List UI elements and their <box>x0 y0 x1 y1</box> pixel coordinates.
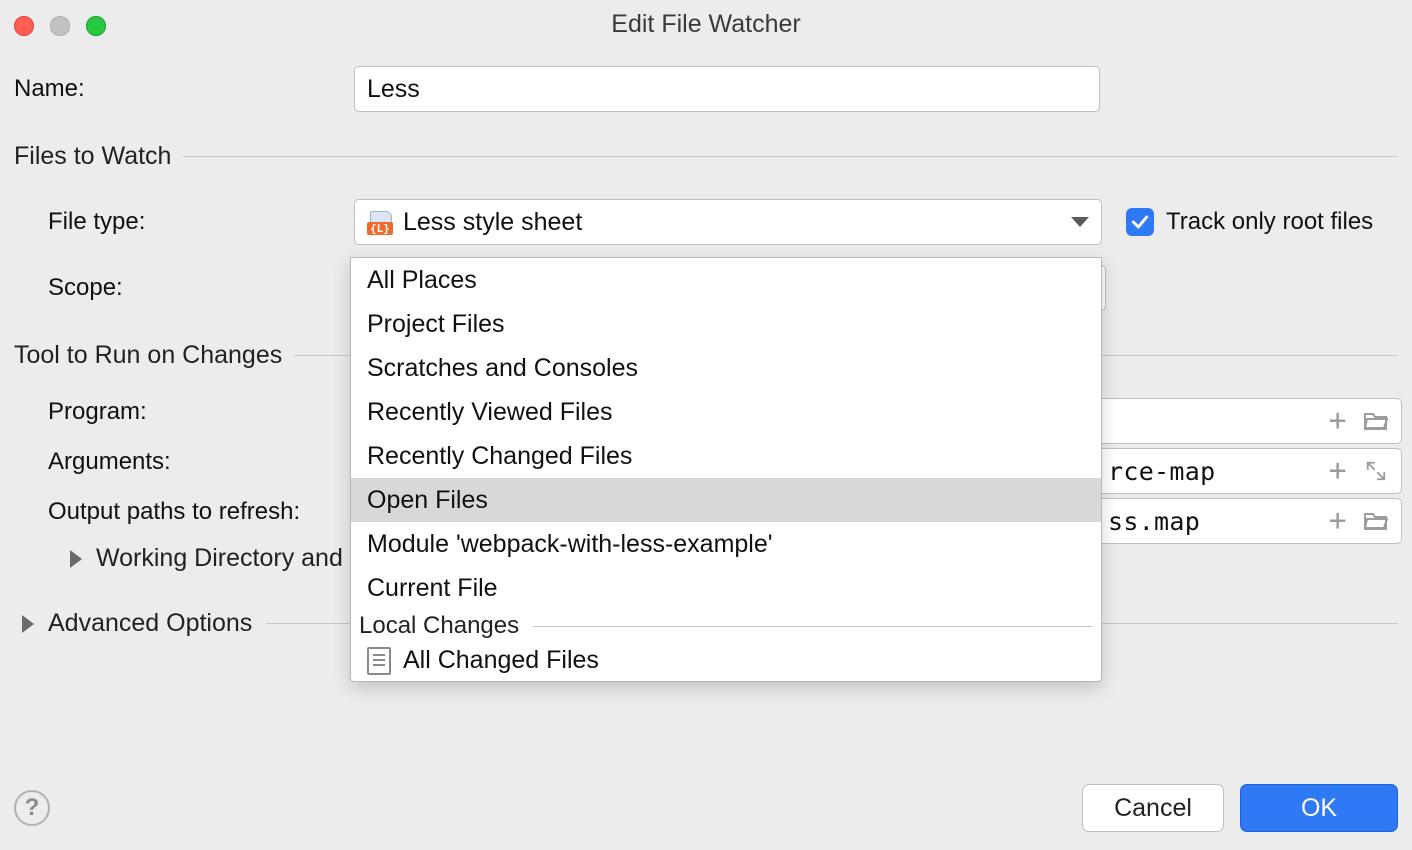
chevron-down-icon <box>1071 217 1089 227</box>
scope-option[interactable]: Recently Changed Files <box>351 434 1101 478</box>
scope-option[interactable]: All Places <box>351 258 1101 302</box>
dialog-window: Edit File Watcher Name: Less Files to Wa… <box>0 0 1412 850</box>
name-input-value: Less <box>367 75 420 104</box>
plus-icon[interactable]: + <box>1329 406 1347 436</box>
divider <box>533 626 1093 627</box>
help-button[interactable]: ? <box>14 790 50 826</box>
plus-icon[interactable]: + <box>1329 456 1347 486</box>
program-input[interactable]: + <box>1102 398 1402 444</box>
folder-open-icon[interactable] <box>1363 410 1389 432</box>
less-file-icon <box>367 211 393 233</box>
scope-option[interactable]: Current File <box>351 566 1101 610</box>
scope-group-header: Local Changes <box>359 612 519 640</box>
output-paths-label: Output paths to refresh: <box>14 498 354 526</box>
disclosure-triangle-icon[interactable] <box>22 615 34 633</box>
section-advanced-options: Advanced Options <box>48 609 252 638</box>
program-label: Program: <box>14 398 354 426</box>
name-label: Name: <box>14 75 354 103</box>
cancel-button-label: Cancel <box>1114 794 1192 823</box>
divider <box>183 156 1398 157</box>
scope-option[interactable]: All Changed Files <box>351 642 1101 679</box>
arguments-label: Arguments: <box>14 448 354 476</box>
scope-option[interactable]: Scratches and Consoles <box>351 346 1101 390</box>
scope-option[interactable]: Recently Viewed Files <box>351 390 1101 434</box>
track-root-checkbox[interactable] <box>1126 208 1154 236</box>
section-tool-to-run: Tool to Run on Changes <box>14 341 282 370</box>
window-title: Edit File Watcher <box>0 10 1412 39</box>
track-root-label: Track only root files <box>1166 208 1373 236</box>
scope-option[interactable]: Project Files <box>351 302 1101 346</box>
output-paths-visible-tail: ss.map <box>1108 507 1200 536</box>
scope-option[interactable]: Module 'webpack-with-less-example' <box>351 522 1101 566</box>
ok-button[interactable]: OK <box>1240 784 1398 832</box>
name-input[interactable]: Less <box>354 66 1100 112</box>
scope-option-highlighted[interactable]: Open Files <box>351 478 1101 522</box>
expand-icon[interactable] <box>1363 460 1389 482</box>
ok-button-label: OK <box>1301 794 1337 823</box>
file-type-value: Less style sheet <box>403 208 582 237</box>
folder-open-icon[interactable] <box>1363 510 1389 532</box>
arguments-visible-tail: rce-map <box>1108 457 1215 486</box>
cancel-button[interactable]: Cancel <box>1082 784 1224 832</box>
arguments-input[interactable]: rce-map + <box>1102 448 1402 494</box>
scope-option-label: All Changed Files <box>403 646 599 675</box>
file-type-label: File type: <box>14 208 354 236</box>
output-paths-input[interactable]: ss.map + <box>1102 498 1402 544</box>
scope-dropdown[interactable]: All Places Project Files Scratches and C… <box>350 257 1102 682</box>
section-files-to-watch: Files to Watch <box>14 142 171 171</box>
file-type-select[interactable]: Less style sheet <box>354 199 1102 245</box>
working-directory-label: Working Directory and <box>96 544 343 573</box>
file-icon <box>367 647 391 675</box>
disclosure-triangle-icon[interactable] <box>70 550 82 568</box>
scope-option-truncated[interactable]: Only changes uncommitted to VCS in all f… <box>351 679 1101 681</box>
check-icon <box>1130 212 1150 232</box>
scope-label: Scope: <box>14 274 354 302</box>
plus-icon[interactable]: + <box>1329 506 1347 536</box>
